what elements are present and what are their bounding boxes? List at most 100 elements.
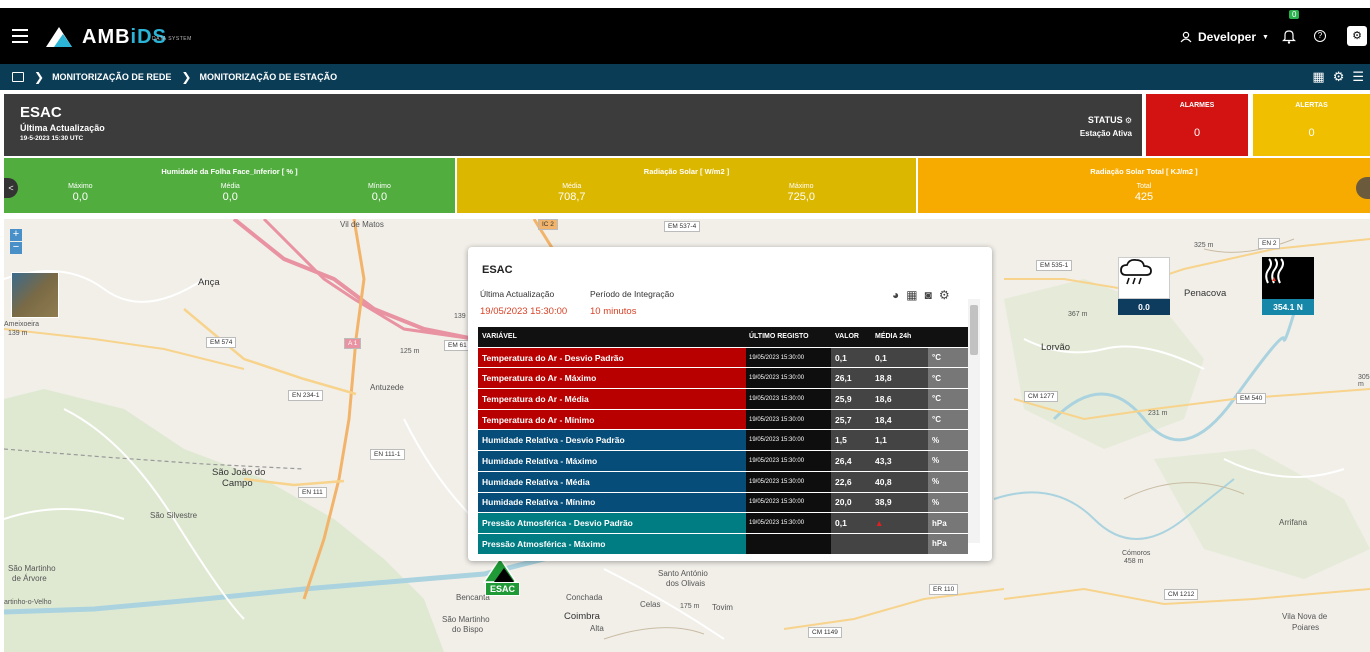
gear-icon[interactable]: ⚙ (939, 288, 950, 302)
settings-button[interactable]: ⚙ (1347, 26, 1367, 46)
table-row[interactable]: Humidade Relativa - Mínimo 19/05/2023 15:… (478, 492, 968, 514)
logo-mark-icon (46, 27, 72, 47)
chevron-right-icon: ❯ (181, 70, 192, 84)
list-menu-icon[interactable]: ☰ (1352, 69, 1364, 85)
unit: % (928, 471, 968, 492)
last-record: 19/05/2023 15:30:00 (746, 471, 831, 492)
map-label: Conchada (566, 593, 603, 602)
table-row[interactable]: Pressão Atmosférica - Máximo hPa (478, 533, 968, 555)
road-tag: CM 1277 (1024, 391, 1059, 402)
map-label: 139 (454, 313, 466, 320)
breadcrumb-item-station[interactable]: MONITORIZAÇÃO DE ESTAÇÃO (199, 72, 337, 82)
menu-icon[interactable] (12, 29, 28, 43)
breadcrumb-item-network[interactable]: MONITORIZAÇÃO DE REDE (52, 72, 171, 82)
popup-period-label: Período de Integração (590, 289, 675, 299)
column-header: MÉDIA 24h (871, 327, 928, 347)
average-24h: 43,3 (871, 451, 928, 471)
station-status: STATUS ⚙ Estação Ativa (1080, 114, 1132, 140)
sensor-card-leaf-humidity: Humidade da Folha Face_Inferior [ % ] Má… (4, 158, 455, 213)
status-value: Estação Ativa (1079, 129, 1132, 138)
column-header: VALOR (831, 327, 871, 347)
table-icon[interactable]: ▦ (906, 288, 917, 302)
grid-icon[interactable]: ▦ (1312, 69, 1324, 85)
current-value: 26,1 (831, 368, 871, 389)
view-controls: ▦ ⚙ ☰ (1312, 69, 1364, 85)
sensor-title: Radiação Solar Total [ KJ/m2 ] (1090, 167, 1198, 176)
camera-icon[interactable]: ◙ (925, 288, 932, 302)
variable-name: Humidade Relativa - Desvio Padrão (478, 430, 746, 451)
table-row[interactable]: Temperatura do Ar - Média 19/05/2023 15:3… (478, 389, 968, 410)
map-label: São João do (212, 467, 266, 478)
map-label: São Martinho (8, 564, 56, 573)
table-row[interactable]: Humidade Relativa - Desvio Padrão 19/05/2… (478, 430, 968, 452)
user-icon (1180, 31, 1192, 43)
alarms-count: 0 (1193, 127, 1201, 139)
top-strip (0, 0, 1370, 8)
unit: % (928, 451, 968, 471)
station-name: ESAC (20, 104, 62, 121)
map-label: 367 m (1068, 311, 1088, 318)
alerts-box[interactable]: ALERTAS 0 (1253, 94, 1370, 156)
map-label: 325 m (1194, 242, 1214, 249)
variable-name: Pressão Atmosférica - Desvio Padrão (478, 513, 746, 533)
current-value: 1,5 (831, 430, 871, 451)
bell-icon[interactable] (1282, 28, 1296, 44)
map-label: Vila Nova de (1282, 612, 1328, 621)
table-row[interactable]: Humidade Relativa - Média 19/05/2023 15:3… (478, 471, 968, 493)
table-row[interactable]: Humidade Relativa - Máximo 19/05/2023 15:… (478, 451, 968, 472)
average-24h: 0,1 (871, 347, 928, 368)
last-record: 19/05/2023 15:30:00 (746, 389, 831, 409)
scrollbar-thumb[interactable] (970, 305, 978, 355)
app-logo[interactable]: AMBiDS (44, 22, 167, 52)
road-tag: EN 111 (298, 487, 327, 498)
average-24h: 1,1 (871, 430, 928, 451)
road-tag: EM 61 (444, 340, 471, 351)
zoom-out-button[interactable]: − (10, 242, 22, 254)
help-icon[interactable]: ? (1314, 30, 1326, 42)
table-row[interactable]: Temperatura do Ar - Mínimo 19/05/2023 15:… (478, 409, 968, 431)
weather-widget-wind[interactable]: 354.1 N (1262, 257, 1314, 315)
satellite-layer-toggle[interactable] (11, 272, 59, 318)
last-record: 19/05/2023 15:30:00 (746, 451, 831, 471)
gear-icon[interactable]: ⚙ (1333, 69, 1345, 85)
road-tag: EN 234-1 (288, 390, 324, 401)
gear-icon[interactable]: ⚙ (1125, 116, 1132, 125)
map-label: Lorvão (1041, 342, 1071, 353)
unit: °C (928, 389, 968, 409)
map-label: 231 m (1148, 410, 1168, 417)
dashboard-icon[interactable]: ◕ (892, 288, 899, 302)
notification-badge: 0 (1289, 10, 1300, 19)
last-record: 19/05/2023 15:30:00 (746, 409, 831, 430)
map-label: Alta (590, 624, 604, 633)
weather-widget-rain[interactable]: 0.0 (1118, 257, 1170, 315)
map-label: 458 m (1124, 558, 1144, 565)
current-value: 25,9 (831, 389, 871, 409)
road-tag: IC 2 (538, 219, 558, 230)
popup-update-value: 19/05/2023 15:30:00 (480, 306, 568, 317)
road-tag: EM 535-1 (1036, 260, 1073, 271)
unit: % (928, 430, 968, 451)
popup-scrollbar[interactable] (968, 299, 980, 543)
table-row[interactable]: Temperatura do Ar - Máximo 19/05/2023 15:… (478, 368, 968, 390)
user-menu[interactable]: Developer ▼ (1180, 30, 1269, 44)
sensor-key: Média (220, 183, 240, 190)
map-label: 305 m (1358, 374, 1370, 388)
alerts-count: 0 (1308, 127, 1315, 139)
alarms-box[interactable]: ALARMES 0 (1146, 94, 1248, 156)
popup-update-label: Última Actualização (480, 289, 555, 299)
last-record: 19/05/2023 15:30:00 (746, 513, 831, 533)
table-row[interactable]: Temperatura do Ar - Desvio Padrão 19/05/2… (478, 347, 968, 369)
average-24h: 40,8 (871, 471, 928, 492)
zoom-in-button[interactable]: + (10, 229, 22, 241)
sensor-key: Total (1136, 183, 1152, 190)
sensor-key: Média (562, 183, 582, 190)
road-tag: EM 574 (206, 337, 237, 348)
card-icon[interactable] (12, 72, 24, 82)
unit: °C (928, 409, 968, 430)
table-row[interactable]: Pressão Atmosférica - Desvio Padrão 19/05… (478, 513, 968, 534)
sensor-key: Máximo (68, 183, 93, 190)
map-label: Arrifana (1279, 518, 1308, 527)
average-24h: 38,9 (871, 492, 928, 513)
map-label: do Bispo (452, 625, 484, 634)
rain-value: 0.0 (1118, 299, 1170, 315)
